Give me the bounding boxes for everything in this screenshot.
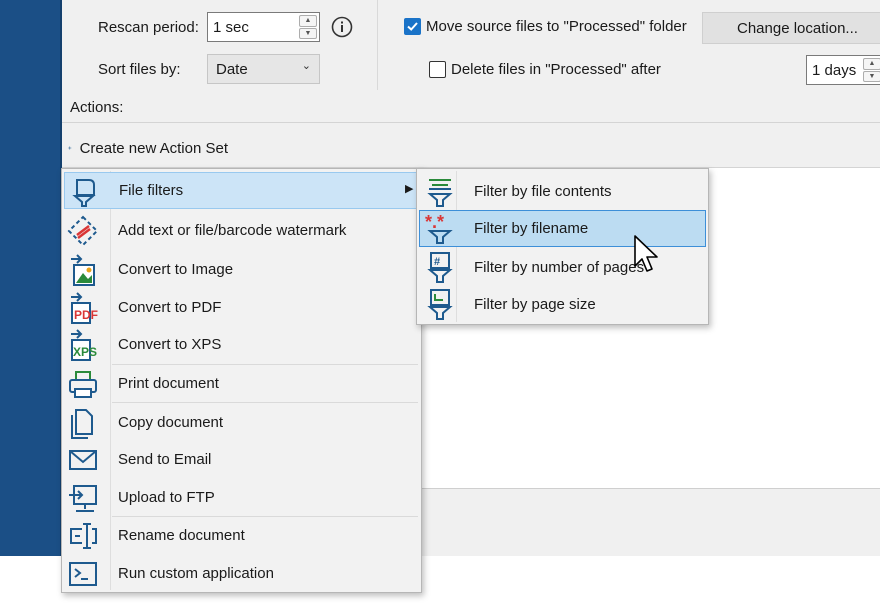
create-action-set-label: Create new Action Set bbox=[79, 139, 228, 157]
menu-item-rename[interactable]: Rename document bbox=[64, 517, 418, 553]
chevron-down-icon: ⌄ bbox=[301, 60, 311, 72]
spin-up-icon[interactable]: ▲ bbox=[863, 58, 880, 70]
change-location-button[interactable]: Change location... bbox=[702, 12, 880, 44]
rescan-spinner[interactable]: ▲ ▼ bbox=[299, 15, 317, 39]
settings-divider bbox=[377, 0, 378, 90]
actions-label: Actions: bbox=[70, 99, 124, 116]
menu-item-label: File filters bbox=[119, 182, 184, 199]
days-spinner[interactable]: ▲ ▼ bbox=[863, 58, 880, 82]
plus-icon bbox=[68, 146, 72, 150]
terminal-icon bbox=[66, 557, 100, 591]
pdf-icon: PDF bbox=[66, 291, 100, 325]
submenu-item-filename[interactable]: *.* Filter by filename bbox=[419, 210, 706, 247]
menu-item-label: Copy document bbox=[118, 413, 224, 431]
submenu-item-page-count[interactable]: # Filter by number of pages bbox=[419, 249, 706, 285]
info-icon[interactable] bbox=[331, 16, 353, 38]
watermark-icon bbox=[66, 214, 100, 248]
ftp-icon bbox=[66, 481, 100, 515]
menu-item-label: Run custom application bbox=[118, 564, 274, 582]
submenu-item-label: Filter by page size bbox=[474, 295, 596, 313]
funnel-icon bbox=[67, 175, 101, 209]
spin-down-icon[interactable]: ▼ bbox=[299, 27, 317, 39]
rescan-period-value: 1 sec bbox=[213, 18, 249, 36]
menu-item-convert-image[interactable]: Convert to Image bbox=[64, 251, 418, 287]
submenu-item-label: Filter by filename bbox=[474, 220, 589, 237]
submenu-item-label: Filter by number of pages bbox=[474, 258, 645, 276]
sort-files-select[interactable]: Date ⌄ bbox=[207, 54, 320, 84]
menu-item-run-app[interactable]: Run custom application bbox=[64, 555, 418, 591]
days-value: 1 days bbox=[812, 61, 857, 79]
submenu-item-page-size[interactable]: Filter by page size bbox=[419, 286, 706, 322]
svg-text:PDF: PDF bbox=[74, 308, 98, 322]
menu-item-label: Send to Email bbox=[118, 450, 212, 468]
file-filters-submenu: Filter by file contents *.* Filter by fi… bbox=[416, 168, 709, 325]
rescan-period-input[interactable]: 1 sec ▲ ▼ bbox=[207, 12, 320, 42]
menu-item-label: Convert to XPS bbox=[118, 335, 222, 353]
rescan-period-label: Rescan period: bbox=[98, 19, 199, 36]
sort-files-value: Date bbox=[216, 60, 248, 78]
submenu-arrow-icon: ▶ bbox=[405, 183, 414, 195]
create-action-set-button[interactable]: Create new Action Set bbox=[68, 138, 228, 158]
spin-up-icon[interactable]: ▲ bbox=[299, 15, 317, 27]
submenu-item-label: Filter by file contents bbox=[474, 182, 612, 200]
svg-text:#: # bbox=[434, 256, 440, 268]
menu-item-label: Upload to FTP bbox=[118, 488, 215, 506]
move-processed-label: Move source files to "Processed" folder bbox=[426, 18, 687, 35]
change-location-label: Change location... bbox=[737, 19, 858, 37]
menu-item-copy[interactable]: Copy document bbox=[64, 404, 418, 440]
spin-down-icon[interactable]: ▼ bbox=[863, 70, 880, 82]
menu-item-print[interactable]: Print document bbox=[64, 365, 418, 401]
submenu-item-file-contents[interactable]: Filter by file contents bbox=[419, 173, 706, 209]
action-context-menu: File filters ▶ Add text or file/barcode … bbox=[61, 168, 422, 593]
menu-item-convert-pdf[interactable]: PDF Convert to PDF bbox=[64, 289, 418, 325]
menu-item-convert-xps[interactable]: XPS Convert to XPS bbox=[64, 326, 418, 362]
printer-icon bbox=[66, 367, 100, 401]
rename-icon bbox=[66, 519, 100, 553]
filter-filename-icon: *.* bbox=[423, 212, 457, 246]
sort-files-label: Sort files by: bbox=[98, 61, 181, 78]
xps-icon: XPS bbox=[66, 328, 100, 362]
left-sidebar bbox=[0, 0, 60, 556]
filter-pages-icon: # bbox=[423, 251, 457, 285]
envelope-icon bbox=[66, 443, 100, 477]
menu-item-watermark[interactable]: Add text or file/barcode watermark bbox=[64, 212, 418, 248]
menu-item-ftp[interactable]: Upload to FTP bbox=[64, 479, 418, 515]
menu-item-label: Add text or file/barcode watermark bbox=[118, 221, 347, 239]
move-processed-checkbox[interactable] bbox=[404, 18, 421, 35]
copy-icon bbox=[66, 406, 100, 440]
filter-contents-icon bbox=[423, 175, 457, 209]
image-icon bbox=[66, 253, 100, 287]
svg-text:*.*: *.* bbox=[425, 212, 444, 232]
menu-item-label: Print document bbox=[118, 374, 219, 392]
menu-separator bbox=[112, 402, 418, 403]
delete-processed-checkbox[interactable] bbox=[429, 61, 446, 78]
menu-item-label: Convert to Image bbox=[118, 260, 234, 278]
days-input[interactable]: 1 days ▲ ▼ bbox=[806, 55, 880, 85]
menu-item-label: Rename document bbox=[118, 526, 245, 544]
checkmark-icon bbox=[407, 22, 418, 31]
filter-size-icon bbox=[423, 288, 457, 322]
mouse-cursor-icon bbox=[633, 234, 661, 276]
menu-item-email[interactable]: Send to Email bbox=[64, 441, 418, 477]
svg-text:XPS: XPS bbox=[73, 345, 97, 359]
delete-processed-label: Delete files in "Processed" after bbox=[451, 61, 661, 78]
menu-item-file-filters[interactable]: File filters ▶ bbox=[64, 172, 418, 209]
menu-item-label: Convert to PDF bbox=[118, 298, 222, 316]
